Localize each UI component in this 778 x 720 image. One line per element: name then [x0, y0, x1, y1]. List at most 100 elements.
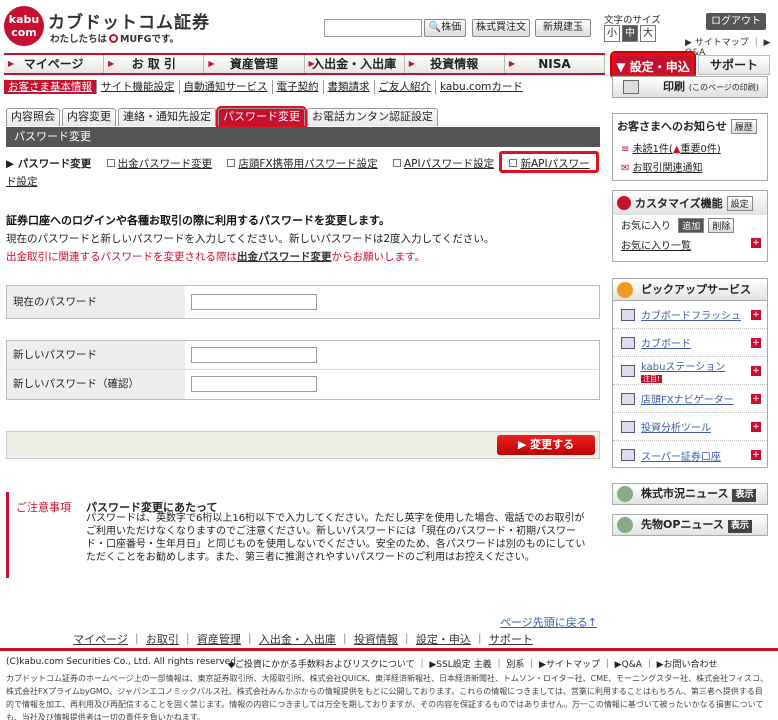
- footer-link-deposit[interactable]: 入出金・入出庫: [259, 633, 336, 646]
- market-news-show-button[interactable]: 表示: [732, 489, 757, 502]
- current-password-input[interactable]: [191, 294, 317, 310]
- subnav-document-request[interactable]: 書類請求: [324, 80, 375, 94]
- footer-link-invest-info[interactable]: 投資情報: [354, 633, 398, 646]
- customize-settings-button[interactable]: 設定: [726, 196, 753, 211]
- site-logo-name[interactable]: カブドットコム証券: [48, 8, 210, 33]
- page-title: パスワード変更: [6, 127, 600, 147]
- footer-nav: マイページ ｜ お取引 ｜ 資産管理 ｜ 入出金・入出庫 ｜ 投資情報 ｜ 設定…: [73, 633, 533, 646]
- print-button[interactable]: 印刷 (このページの印刷): [612, 76, 768, 98]
- unread-notice-link[interactable]: ≡ 未読1件(▲重要0件): [613, 138, 767, 157]
- pickup-item[interactable]: カブボードフラッシュ +: [613, 301, 767, 329]
- confirm-password-input[interactable]: [191, 376, 317, 392]
- subnav-kabucom-card[interactable]: kabu.comカード: [436, 80, 527, 94]
- intro-heading: 証券口座へのログインや各種お取引の際に利用するパスワードを変更します。: [6, 214, 390, 227]
- stock-price-button[interactable]: 🔍株価: [424, 19, 466, 37]
- link-fx-mobile-password[interactable]: 店頭FX携帯用パスワード設定: [227, 158, 383, 170]
- op-news-title: 先物OPニュース: [641, 518, 724, 531]
- page-top-link[interactable]: ページ先頭に戻る↑: [500, 614, 597, 630]
- link-api-password[interactable]: APIパスワード設定: [393, 158, 500, 170]
- stock-search-input[interactable]: [324, 19, 422, 37]
- new-position-button[interactable]: 新規建玉: [535, 19, 591, 37]
- font-size-medium-button[interactable]: 中: [622, 25, 638, 42]
- plus-icon[interactable]: +: [751, 338, 761, 348]
- current-password-label: 現在のパスワード: [7, 286, 185, 318]
- nav-trade[interactable]: お 取 引: [104, 55, 205, 73]
- nav-support[interactable]: サポート: [698, 55, 770, 75]
- footer-link-trade[interactable]: お取引: [146, 633, 179, 646]
- main-nav: マイページ お 取 引 資産管理 入出金・入出庫 投資情報 NISA: [4, 53, 606, 75]
- phone-icon: [617, 517, 633, 533]
- favorites-add-button[interactable]: 追加: [678, 218, 705, 233]
- market-news-panel: 株式市況ニュース 表示: [612, 483, 768, 505]
- confirm-password-label: 新しいパスワード（確認）: [7, 370, 185, 399]
- trade-notice-link[interactable]: ✉ お取引関連通知: [613, 157, 767, 176]
- gear-icon: [617, 196, 631, 210]
- new-password-input[interactable]: [191, 347, 317, 363]
- plus-icon[interactable]: +: [751, 394, 761, 404]
- disclaimer: カブドットコム証券のホームページ上の一部情報は、東京証券取引所、大阪取引所、株式…: [6, 674, 768, 720]
- favorites-label: お気に入り: [621, 221, 671, 232]
- current-password-section: 現在のパスワード: [6, 285, 600, 319]
- pickup-item[interactable]: カブボード +: [613, 329, 767, 357]
- pickup-panel: ピックアップサービス カブボードフラッシュ + カブボード + kabuステーション…: [612, 278, 768, 468]
- nav-mypage[interactable]: マイページ: [4, 55, 105, 73]
- notice-history-button[interactable]: 履歴: [730, 119, 757, 134]
- footer-utility-links[interactable]: ◆ご投資にかかる手数料およびリスクについて ｜ ▶SSL設定 主義 ｜ 別系 ｜…: [228, 657, 718, 670]
- notes-body: パスワードは、英数字で6桁以上16桁以下で入力してください。ただし英字を使用した…: [86, 513, 586, 563]
- pickup-item[interactable]: 投資分析ツール +: [613, 413, 767, 441]
- nav-nisa[interactable]: NISA: [504, 55, 606, 73]
- mufg-icon: [109, 34, 119, 43]
- notes-label: ご注意事項: [16, 501, 71, 514]
- link-withdraw-password[interactable]: 出金パスワード変更: [106, 158, 219, 170]
- font-size-label: 文字のサイズ: [604, 15, 661, 26]
- footer-link-assets[interactable]: 資産管理: [197, 633, 241, 646]
- tab-phone-auth[interactable]: お電話カンタン認証設定: [307, 108, 438, 126]
- withdraw-password-link[interactable]: 出金パスワード変更: [237, 251, 332, 263]
- font-size-small-button[interactable]: 小: [604, 25, 620, 42]
- stock-buy-order-button[interactable]: 株式買注文: [472, 19, 530, 37]
- subnav-customer-info[interactable]: お客さま基本情報: [4, 80, 97, 94]
- tab-password-change[interactable]: パスワード変更: [216, 106, 307, 128]
- intro-text: 現在のパスワードと新しいパスワードを入力してください。新しいパスワードは2度入力…: [6, 233, 495, 245]
- favorites-list-link[interactable]: お気に入り一覧 +: [613, 235, 767, 254]
- pickup-item[interactable]: kabuステーション 注目! +: [613, 357, 767, 385]
- tab-view-info[interactable]: 内容照会: [6, 108, 60, 126]
- kabucom-logo-mark[interactable]: kabu com: [4, 6, 44, 46]
- footer-link-support[interactable]: サポート: [489, 633, 533, 646]
- lightbulb-icon: [617, 282, 633, 298]
- app-icon: [621, 392, 635, 405]
- subnav-friend-referral[interactable]: ご友人紹介: [375, 80, 436, 94]
- pickup-item[interactable]: 店頭FXナビゲーター +: [613, 385, 767, 413]
- footer-link-settings[interactable]: 設定・申込: [416, 633, 471, 646]
- nav-deposit-withdraw[interactable]: 入出金・入出庫: [304, 55, 405, 73]
- favorites-delete-button[interactable]: 削除: [708, 218, 735, 233]
- phone-icon: [617, 486, 633, 502]
- subnav-site-settings[interactable]: サイト機能設定: [97, 80, 180, 94]
- font-size-large-button[interactable]: 大: [640, 25, 656, 42]
- plus-icon[interactable]: +: [751, 310, 761, 320]
- logout-button[interactable]: ログアウト: [706, 13, 766, 30]
- market-news-title: 株式市況ニュース: [641, 487, 729, 500]
- pickup-item[interactable]: スーパー証券口座 +: [613, 441, 767, 469]
- change-submit-button[interactable]: ▶ 変更する: [497, 435, 595, 455]
- plus-icon[interactable]: +: [751, 450, 761, 460]
- plus-icon[interactable]: +: [751, 366, 761, 376]
- printer-icon: [623, 80, 639, 94]
- nav-assets[interactable]: 資産管理: [204, 55, 305, 73]
- notice-title: お客さまへのお知らせ 履歴: [613, 114, 767, 138]
- subnav-auto-notify[interactable]: 自動通知サービス: [180, 80, 273, 94]
- op-news-show-button[interactable]: 表示: [727, 520, 752, 533]
- nav-settings-apply[interactable]: ▼ 設定・申込: [610, 51, 696, 79]
- notice-panel: お客さまへのお知らせ 履歴 ≡ 未読1件(▲重要0件) ✉ お取引関連通知: [612, 113, 768, 181]
- customize-panel: カスタマイズ機能 設定 お気に入り 追加 削除 お気に入り一覧 +: [612, 190, 768, 262]
- tab-change-info[interactable]: 内容変更: [62, 108, 116, 126]
- plus-icon[interactable]: +: [751, 422, 761, 432]
- tab-contact-settings[interactable]: 連絡・通知先設定: [118, 108, 216, 126]
- subnav-e-contract[interactable]: 電子契約: [273, 80, 324, 94]
- new-password-label: 新しいパスワード: [7, 341, 185, 369]
- op-news-panel: 先物OPニュース 表示: [612, 514, 768, 536]
- app-icon: [621, 364, 635, 377]
- nav-investment-info[interactable]: 投資情報: [404, 55, 505, 73]
- plus-icon[interactable]: +: [751, 238, 761, 248]
- footer-link-mypage[interactable]: マイページ: [73, 633, 128, 646]
